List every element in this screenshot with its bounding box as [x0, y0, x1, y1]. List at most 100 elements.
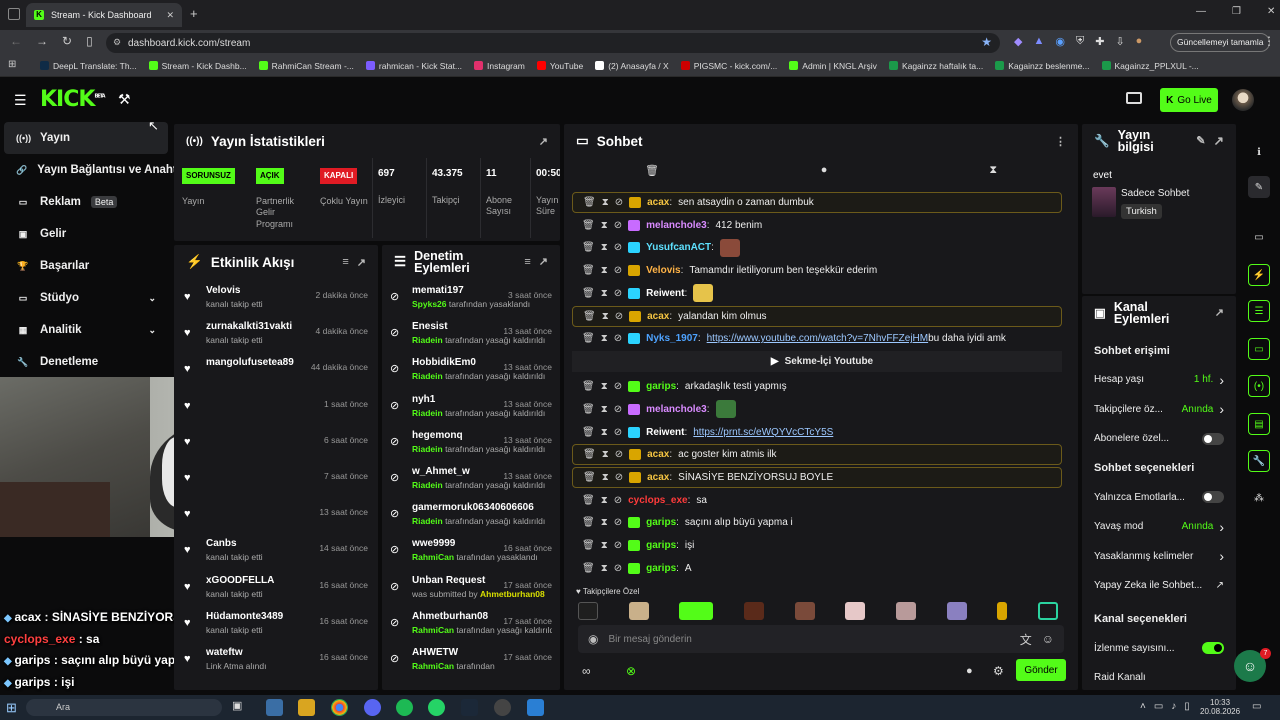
- chat-username[interactable]: melanchole3: [646, 220, 707, 231]
- chevron-right-icon[interactable]: ›: [1219, 519, 1224, 535]
- delete-message-icon[interactable]: 🗑: [583, 197, 596, 208]
- chat-username[interactable]: acax: [647, 449, 669, 460]
- popout-icon[interactable]: ↗: [1215, 307, 1224, 319]
- chat-username[interactable]: acax: [647, 311, 669, 322]
- ban-user-icon[interactable]: ⊘: [614, 495, 622, 506]
- chat-username[interactable]: Reiwent: [646, 288, 684, 299]
- ban-user-icon[interactable]: ⊘: [614, 563, 622, 574]
- ban-user-icon[interactable]: ⊘: [614, 265, 622, 276]
- settings-gear-icon[interactable]: ⚙: [993, 664, 1004, 678]
- chat-message[interactable]: 🗑 ⧗ ⊘ garips: işi: [572, 535, 1062, 556]
- chat-mode-icon[interactable]: ◉: [588, 632, 598, 646]
- timeout-hourglass-icon[interactable]: ⧗: [601, 288, 608, 299]
- popout-icon[interactable]: ↗: [539, 135, 548, 148]
- delete-message-icon[interactable]: 🗑: [582, 517, 595, 528]
- sidebar-item-4[interactable]: 🏆 Başarılar: [0, 250, 172, 282]
- channel-setting-row[interactable]: İzlenme sayısını...: [1082, 634, 1236, 663]
- bookmark-item[interactable]: DeepL Translate: Th...: [40, 61, 137, 71]
- timeout-hourglass-icon[interactable]: ⧗: [601, 242, 608, 253]
- bookmark-item[interactable]: Admin | KNGL Arşiv: [789, 61, 877, 71]
- activity-item[interactable]: ♥ Canbs kanalı takip etti 14 saat önce: [174, 538, 378, 574]
- wrench-icon[interactable]: 🔧: [1248, 450, 1270, 472]
- chat-username[interactable]: garips: [646, 563, 676, 574]
- timeout-hourglass-icon[interactable]: ⧗: [601, 495, 608, 506]
- bookmark-item[interactable]: RahmiCan Stream -...: [258, 61, 354, 71]
- user-avatar[interactable]: [1232, 89, 1254, 111]
- chat-message[interactable]: 🗑 ⧗ ⊘ Nyks_1907: https://www.youtube.com/wat…: [572, 328, 1062, 349]
- bookmark-star-icon[interactable]: ★: [981, 35, 992, 49]
- chat-username[interactable]: acax: [647, 472, 669, 483]
- chat-username[interactable]: melanchole3: [646, 404, 707, 415]
- chat-username[interactable]: acax: [647, 197, 669, 208]
- popout-icon[interactable]: ↗: [1214, 135, 1224, 148]
- toggle-switch[interactable]: [1202, 642, 1224, 654]
- translate-icon[interactable]: 文: [1020, 631, 1032, 648]
- timeout-hourglass-icon[interactable]: ⧗: [601, 333, 608, 344]
- delete-message-icon[interactable]: 🗑: [582, 540, 595, 551]
- timeout-hourglass-icon[interactable]: ⧗: [601, 265, 608, 276]
- ban-user-icon[interactable]: ⊘: [614, 517, 622, 528]
- chat-message[interactable]: 🗑 ⧗ ⊘ acax: ac goster kim atmis ilk: [572, 444, 1062, 466]
- channel-setting-row[interactable]: Yavaş mod Anında ›: [1082, 512, 1236, 541]
- timeout-hourglass-icon[interactable]: ⧗: [602, 197, 609, 208]
- delete-message-icon[interactable]: 🗑: [583, 472, 596, 483]
- chat-message[interactable]: 🗑 ⧗ ⊘ garips: A: [572, 558, 1062, 579]
- chat-username[interactable]: Nyks_1907: [646, 333, 698, 344]
- bookmark-item[interactable]: Kagainzz beslenme...: [995, 61, 1090, 71]
- moderation-item[interactable]: ⊘ w_Ahmet_w Riadein tarafından yasağı kald…: [382, 466, 560, 502]
- chat-bubble-icon[interactable]: ●: [966, 665, 973, 677]
- activity-item[interactable]: ♥ Hüdamonte3489 kanalı takip etti 16 saat ö…: [174, 611, 378, 647]
- reload-icon[interactable]: ↻: [62, 34, 72, 48]
- emoji-icon[interactable]: ☺: [1042, 632, 1054, 646]
- timeout-hourglass-icon[interactable]: ⧗: [601, 427, 608, 438]
- hamburger-menu-icon[interactable]: ☰: [14, 92, 27, 109]
- extension-icon[interactable]: ◉: [1055, 35, 1065, 48]
- ban-user-icon[interactable]: ⊘: [615, 311, 623, 322]
- emote[interactable]: [845, 602, 866, 620]
- monitor-icon[interactable]: [1126, 92, 1142, 104]
- filter-icon[interactable]: ≡: [524, 256, 530, 268]
- timeout-hourglass-icon[interactable]: ⧗: [601, 220, 608, 231]
- profile-avatar-icon[interactable]: ●: [1136, 35, 1143, 48]
- kick-coin-icon[interactable]: ⊗: [626, 664, 636, 678]
- bookmark-item[interactable]: Stream - Kick Dashb...: [148, 61, 247, 71]
- url-bar[interactable]: ⚙ dashboard.kick.com/stream ★: [106, 33, 1000, 53]
- chat-username[interactable]: garips: [646, 540, 676, 551]
- moderation-item[interactable]: ⊘ Enesist Riadein tarafından yasağı kaldır…: [382, 321, 560, 357]
- popout-icon[interactable]: ↗: [539, 256, 548, 268]
- delete-message-icon[interactable]: 🗑: [582, 288, 595, 299]
- channel-setting-row[interactable]: Hesap yaşı 1 hf. ›: [1082, 365, 1236, 394]
- downloads-icon[interactable]: ⇩: [1115, 35, 1124, 48]
- bookmark-item[interactable]: rahmican - Kick Stat...: [365, 61, 462, 71]
- delete-message-icon[interactable]: 🗑: [582, 333, 595, 344]
- timeout-hourglass-icon[interactable]: ⧗: [602, 472, 609, 483]
- chat-message[interactable]: 🗑 ⧗ ⊘ Reiwent: https://prnt.sc/eWQYVcCTcY5S: [572, 422, 1062, 443]
- chat-message[interactable]: 🗑 ⧗ ⊘ garips: saçını alıp büyü yapma i: [572, 512, 1062, 533]
- obs-icon[interactable]: [494, 699, 511, 716]
- share-icon[interactable]: ⁂: [1248, 487, 1270, 509]
- activity-item[interactable]: ♥ Velovis kanalı takip etti 2 dakika önce: [174, 285, 378, 321]
- support-chat-button[interactable]: ☺ 7: [1234, 648, 1271, 682]
- volume-icon[interactable]: ♪: [1171, 701, 1176, 712]
- minimize-icon[interactable]: —: [1196, 6, 1206, 17]
- app-icon[interactable]: [266, 699, 283, 716]
- bookmark-item[interactable]: Kagainzz haftalık ta...: [888, 61, 983, 71]
- network-icon[interactable]: ▭: [1154, 701, 1163, 712]
- delete-message-icon[interactable]: 🗑: [582, 265, 595, 276]
- activity-item[interactable]: ♥ xGOODFELLA kanalı takip etti 16 saat önce: [174, 575, 378, 611]
- discord-icon[interactable]: [364, 699, 381, 716]
- moderation-item[interactable]: ⊘ Ahmetburhan08 RahmiCan tarafından yasağı…: [382, 611, 560, 647]
- bookmark-item[interactable]: YouTube: [536, 61, 583, 71]
- emote[interactable]: [1037, 602, 1058, 620]
- ban-user-icon[interactable]: ⊘: [615, 197, 623, 208]
- chat-message[interactable]: 🗑 ⧗ ⊘ Velovis: Tamamdır iletiliyorum ben teş…: [572, 260, 1062, 281]
- new-tab-icon[interactable]: +: [190, 6, 198, 21]
- sidebar-item-7[interactable]: 🔧 Denetleme: [0, 346, 172, 378]
- moderation-item[interactable]: ⊘ AHWETW RahmiCan tarafından 17 saat önce: [382, 647, 560, 683]
- emote[interactable]: [794, 602, 815, 620]
- forward-icon[interactable]: →: [36, 34, 48, 48]
- chat-username[interactable]: cyclops_exe: [628, 495, 688, 506]
- file-explorer-icon[interactable]: [298, 699, 315, 716]
- emote[interactable]: [997, 602, 1008, 620]
- tab-overview-icon[interactable]: [8, 8, 20, 20]
